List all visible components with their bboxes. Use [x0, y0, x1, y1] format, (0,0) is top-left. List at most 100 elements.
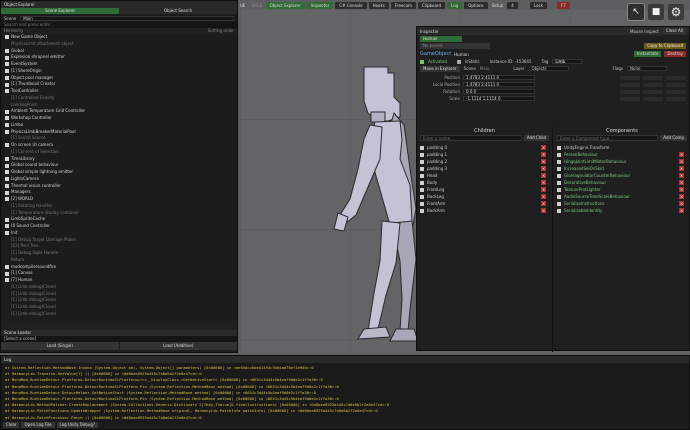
- child-active-checkbox[interactable]: [420, 187, 424, 192]
- transform-z-slider[interactable]: [666, 89, 686, 94]
- active-checkbox[interactable]: [5, 278, 9, 283]
- hierarchy-row[interactable]: [1] Content of Selection: [1, 149, 237, 156]
- hierarchy-row[interactable]: Init: [1, 230, 237, 237]
- hierarchy-row[interactable]: [1] Limb debug(Clone): [1, 311, 237, 318]
- remove-component-icon[interactable]: ×: [679, 208, 684, 213]
- remove-component-icon[interactable]: ×: [679, 180, 684, 185]
- transform-y-slider[interactable]: [643, 89, 663, 94]
- transform-z-slider[interactable]: [666, 75, 686, 80]
- hierarchy-row[interactable]: Workshop Controller: [1, 115, 237, 122]
- hierarchy-row[interactable]: LightsCamera: [1, 176, 237, 183]
- transform-z-slider[interactable]: [666, 82, 686, 87]
- hierarchy-row[interactable]: UI Sound Controller: [1, 223, 237, 230]
- transform-value-input[interactable]: -1.1114 1.1114 0: [463, 96, 535, 101]
- hierarchy-row[interactable]: PhysicsLimbBreakerMaterialPool: [1, 129, 237, 136]
- child-item[interactable]: Body ×: [417, 179, 552, 186]
- copy-to-clipboard-button[interactable]: Copy to Clipboard: [644, 43, 686, 49]
- drag-icon[interactable]: ■: [648, 4, 664, 20]
- delete-child-icon[interactable]: ×: [541, 152, 546, 157]
- hierarchy-row[interactable]: [2] WORLD: [1, 196, 237, 203]
- delete-child-icon[interactable]: ×: [541, 173, 546, 178]
- remove-component-icon[interactable]: ×: [679, 187, 684, 192]
- active-checkbox[interactable]: [420, 59, 424, 64]
- active-checkbox[interactable]: [5, 62, 9, 67]
- remove-component-icon[interactable]: ×: [679, 173, 684, 178]
- hierarchy-row[interactable]: [1] Limb debug(Clone): [1, 297, 237, 304]
- child-item[interactable]: padding 2 ×: [417, 158, 552, 165]
- delete-child-icon[interactable]: ×: [541, 194, 546, 199]
- parent-button[interactable]: No parent: [420, 43, 490, 49]
- tag-input[interactable]: Limb: [552, 59, 583, 64]
- add-component-button[interactable]: Add Comp: [660, 135, 687, 141]
- hierarchy-row[interactable]: [1] Limb debug(Clone): [1, 304, 237, 311]
- component-item[interactable]: GlomagnulatorCounterBehaviour ×: [554, 172, 690, 179]
- tab-inspector[interactable]: Inspector: [306, 2, 334, 9]
- tab-object-explorer[interactable]: Object Explorer: [265, 2, 305, 9]
- tab-hooks[interactable]: Hooks: [368, 2, 389, 9]
- transform-value-input[interactable]: 1.4783 2.4111 0: [463, 75, 535, 80]
- active-checkbox[interactable]: [5, 190, 9, 195]
- hierarchy-row[interactable]: Managers: [1, 189, 237, 196]
- delete-child-icon[interactable]: ×: [541, 159, 546, 164]
- tab-log[interactable]: Log: [447, 2, 463, 9]
- active-checkbox[interactable]: [5, 217, 9, 222]
- hierarchy-row[interactable]: ToolController: [1, 88, 237, 95]
- component-enabled-checkbox[interactable]: [557, 180, 561, 185]
- active-checkbox[interactable]: [5, 143, 9, 148]
- hierarchy-row[interactable]: [1] Debug Sight Handle: [1, 250, 237, 257]
- hierarchy-row[interactable]: [1] Rotating Handles: [1, 203, 237, 210]
- flags-dropdown[interactable]: None: [627, 66, 667, 71]
- hierarchy-row[interactable]: [1] Limb debug(Clone): [1, 291, 237, 298]
- transform-value-input[interactable]: 1.4783 2.4111 0: [463, 82, 535, 87]
- active-checkbox[interactable]: [5, 69, 9, 74]
- hierarchy-row[interactable]: Global sound behaviour: [1, 162, 237, 169]
- lock-button[interactable]: Lock: [529, 2, 547, 9]
- component-item[interactable]: DecorativeBehaviour ×: [554, 179, 690, 186]
- children-search-input[interactable]: Enter a name...: [420, 135, 522, 141]
- hierarchy-row[interactable]: TimeLibrary: [1, 156, 237, 163]
- tab-csharp-console[interactable]: C# Console: [335, 2, 367, 9]
- component-item[interactable]: HingeJointLimitMotorBehaviour ×: [554, 158, 690, 165]
- hierarchy-row[interactable]: [1] Thumbnail Creator: [1, 81, 237, 88]
- scene-dropdown[interactable]: Main: [20, 16, 234, 21]
- hierarchy-row[interactable]: LimbSpriteCache: [1, 216, 237, 223]
- component-enabled-checkbox[interactable]: [557, 208, 561, 213]
- component-enabled-checkbox[interactable]: [557, 187, 561, 192]
- child-item[interactable]: padding 1 ×: [417, 151, 552, 158]
- active-checkbox[interactable]: [5, 48, 9, 53]
- delete-child-icon[interactable]: ×: [541, 166, 546, 171]
- hierarchy-row[interactable]: On screen UI camera: [1, 142, 237, 149]
- hierarchy-row[interactable]: LandingPoint: [1, 102, 237, 109]
- active-checkbox[interactable]: [5, 156, 9, 161]
- component-item[interactable]: IncreasedSelOnSkid ×: [554, 165, 690, 172]
- hierarchy-row[interactable]: [7] Human: [1, 277, 237, 284]
- hierarchy-row[interactable]: Thermal vision controller: [1, 183, 237, 190]
- f7-button[interactable]: F7: [556, 2, 570, 9]
- child-item[interactable]: BackArm ×: [417, 207, 552, 214]
- hierarchy-row[interactable]: [1] Debug Target Damage Maker: [1, 237, 237, 244]
- transform-x-slider[interactable]: [620, 82, 640, 87]
- remove-component-icon[interactable]: ×: [679, 166, 684, 171]
- component-enabled-checkbox[interactable]: [557, 194, 561, 199]
- child-item[interactable]: FrontLeg ×: [417, 186, 552, 193]
- transform-value-input[interactable]: 0 0 0: [463, 89, 535, 94]
- child-active-checkbox[interactable]: [420, 145, 424, 150]
- move-in-explorer-button[interactable]: Move in Explorer: [420, 65, 460, 72]
- destroy-button[interactable]: Destroy: [664, 51, 686, 57]
- remove-component-icon[interactable]: ×: [679, 152, 684, 157]
- child-active-checkbox[interactable]: [420, 159, 424, 164]
- child-active-checkbox[interactable]: [420, 166, 424, 171]
- hierarchy-row[interactable]: [1] Temperature display container: [1, 210, 237, 217]
- add-child-button[interactable]: Add Child: [523, 135, 549, 141]
- hierarchy-row[interactable]: Object pool manager: [1, 75, 237, 82]
- hierarchy-row[interactable]: Explosion shrapnel emitter: [1, 54, 237, 61]
- active-checkbox[interactable]: [5, 177, 9, 182]
- tab-clipboard[interactable]: Clipboard: [417, 2, 446, 9]
- cursor-icon[interactable]: ↖: [627, 3, 645, 21]
- hierarchy-row[interactable]: Ambient Temperature Grid Controller: [1, 108, 237, 115]
- component-enabled-checkbox[interactable]: [557, 173, 561, 178]
- static-checkbox[interactable]: [456, 59, 461, 64]
- active-checkbox[interactable]: [5, 231, 9, 236]
- inspector-tab-human[interactable]: Human: [420, 36, 462, 42]
- remove-component-icon[interactable]: ×: [679, 159, 684, 164]
